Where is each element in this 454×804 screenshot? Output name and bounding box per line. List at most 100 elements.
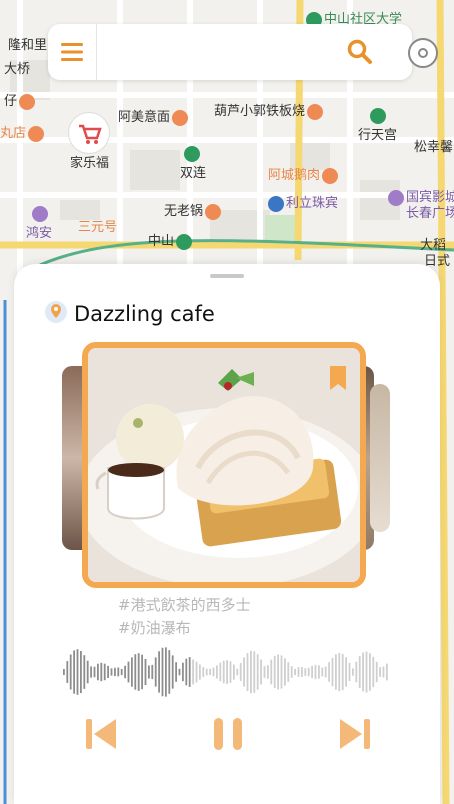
restaurant-icon [19,93,36,110]
waveform-bar [80,651,82,694]
waveform-bar [110,668,113,676]
poi-label[interactable]: 丸店 [0,122,46,142]
waveform-bar [267,665,269,679]
waveform-bar [348,662,351,681]
waveform-bar [66,661,69,683]
restaurant-icon [28,125,45,142]
photo-card[interactable] [82,342,366,588]
waveform-bar [97,663,99,681]
poi-label[interactable]: 鸿安 [26,206,52,241]
waveform-bar [175,662,177,682]
place-title: Dazzling cafe [74,302,215,326]
waveform-bar [229,661,232,683]
waveform-bar [345,657,347,687]
waveform-bar [253,651,256,693]
search-bar [48,24,412,80]
waveform-bar [277,654,279,690]
waveform-bar [304,668,307,676]
waveform-bar [63,669,65,675]
poi-label[interactable]: 行天宫 [358,108,397,143]
search-icon[interactable] [346,38,374,66]
restaurant-icon [307,103,324,120]
waveform-bar [93,666,96,678]
audio-waveform[interactable] [62,644,392,700]
waveform-bar [192,659,194,685]
waveform-bar [165,647,167,697]
waveform-bar [151,664,154,680]
poi-label[interactable]: 无老锅 [164,200,223,220]
restaurant-icon [172,109,189,126]
waveform-bar [341,653,344,691]
poi-label[interactable]: 葫芦小郭铁板烧 [214,100,325,120]
waveform-bar [335,654,337,690]
waveform-bar [358,656,361,688]
poi-label[interactable]: 仔 [4,90,37,110]
waveform-bar [260,659,262,685]
poi-label[interactable]: 阿城鹅肉 [268,164,340,184]
bookmark-icon[interactable] [330,366,346,390]
waveform-bar [131,657,133,687]
waveform-bar [287,662,290,682]
waveform-bar [103,663,106,681]
restaurant-icon [205,203,222,220]
waveform-bar [161,647,164,697]
waveform-bar [188,657,191,687]
waveform-bar [324,666,327,678]
waveform-bar [328,662,330,682]
waveform-bar [69,654,72,690]
temple-icon [370,108,386,124]
poi-label: 隆和里 [8,38,48,53]
waveform-bar [379,667,381,677]
waveform-bar [137,653,140,691]
poi-label[interactable]: 阿美意面 [118,106,190,126]
poi-label: 长春广场 [406,206,454,221]
hamburger-icon [61,43,83,61]
waveform-bar [314,664,317,680]
waveform-bar [216,665,218,679]
tag[interactable]: #奶油瀑布 [118,617,251,640]
waveform-bar [297,667,300,677]
cinema-icon [388,189,404,206]
waveform-bar [246,653,249,691]
waveform-bar [202,667,205,677]
waveform-bar [219,662,222,682]
poi-label[interactable]: 中山 [148,230,194,250]
photo-card-next-2[interactable] [370,384,390,532]
waveform-bar [280,655,283,689]
poi-label: 大桥 [4,62,31,77]
waveform-bar [301,667,303,677]
waveform-bar [171,655,174,689]
waveform-bar [144,659,147,685]
waveform-bar [178,668,181,676]
menu-button[interactable] [48,24,97,80]
waveform-bar [117,667,120,677]
tag[interactable]: #港式飲茶的西多士 [118,594,251,617]
metro-icon [184,146,200,162]
waveform-bar [372,656,375,688]
place-panel: Dazzling cafe #港式飲茶的西多士 #奶油瀑布 [14,264,440,804]
poi-label[interactable]: 双连 [180,146,206,181]
waveform-bar [290,666,293,678]
waveform-bar [134,654,137,690]
previous-track-icon[interactable] [84,716,120,752]
restaurant-icon [322,167,339,184]
waveform-bar [86,660,89,684]
pause-icon[interactable] [210,716,246,752]
waveform-bar [273,655,276,688]
drag-handle[interactable] [210,274,244,278]
cart-icon[interactable] [68,112,110,154]
waveform-bar [270,659,273,685]
next-track-icon[interactable] [336,716,372,752]
hotel-icon [268,195,284,212]
tag-list: #港式飲茶的西多士 #奶油瀑布 [118,594,251,640]
waveform-bar [382,666,385,678]
locate-me-icon[interactable] [408,38,438,68]
waveform-bar [250,650,252,694]
waveform-bar [243,657,245,687]
waveform-bar [362,652,364,692]
waveform-bar [114,667,116,677]
poi-label[interactable]: 利立珠宾 [266,192,338,212]
waveform-bar [331,657,334,687]
waveform-bar [209,668,211,675]
search-input[interactable] [104,34,338,72]
